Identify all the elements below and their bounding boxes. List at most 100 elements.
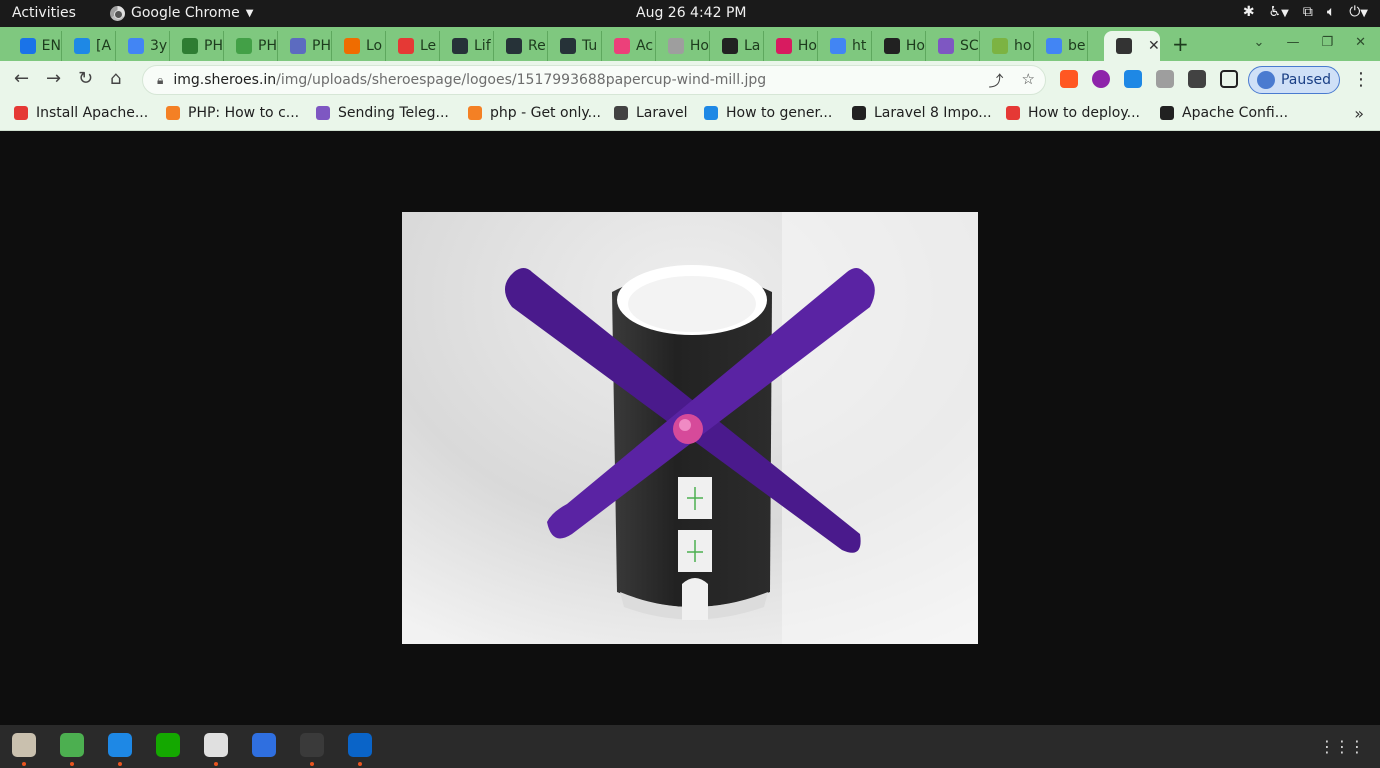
maximize-button[interactable]: ❐ (1321, 35, 1333, 50)
share-icon[interactable]: ⤴ (989, 70, 1004, 91)
bookmark-item[interactable]: How to gener... (704, 105, 832, 121)
browser-tab[interactable]: ho (980, 31, 1034, 61)
app-menu[interactable]: Google Chrome ▼ (110, 5, 253, 21)
tab-label: [A (96, 38, 112, 54)
extension-icon[interactable] (1156, 70, 1174, 88)
bookmark-label: Laravel 8 Impo... (874, 105, 992, 121)
forward-button[interactable]: → (46, 68, 61, 89)
tab-label: PH (204, 38, 223, 54)
browser-tab[interactable]: Tu (548, 31, 602, 61)
browser-toolbar: ← → ↻ ⌂ 🔒︎ img.sheroes.in/img/uploads/sh… (0, 61, 1380, 99)
bookmark-item[interactable]: Apache Confi... (1160, 105, 1288, 121)
network-icon[interactable]: ⧉ (1303, 4, 1313, 20)
tab-favicon-icon (1116, 38, 1132, 54)
tab-favicon-icon (398, 38, 414, 54)
running-indicator (358, 762, 362, 766)
profile-button[interactable]: Paused (1248, 66, 1340, 94)
tab-favicon-icon (236, 38, 252, 54)
tab-favicon-icon (20, 38, 36, 54)
slack-tray-icon[interactable]: ✱ (1243, 4, 1255, 20)
browser-tab[interactable]: Ho (872, 31, 926, 61)
menu-icon[interactable]: ⋮ (1352, 69, 1370, 90)
clock[interactable]: Aug 26 4:42 PM (636, 5, 746, 21)
browser-tab[interactable]: PH (278, 31, 332, 61)
accessibility-icon[interactable]: ♿▼ (1269, 4, 1289, 20)
terminal-icon[interactable] (300, 733, 324, 757)
tab-favicon-icon (722, 38, 738, 54)
extension-icon[interactable] (1124, 70, 1142, 88)
browser-tab[interactable]: PH (224, 31, 278, 61)
tab-favicon-icon (506, 38, 522, 54)
bookmark-item[interactable]: PHP: How to c... (166, 105, 299, 121)
browser-tab[interactable]: Ho (764, 31, 818, 61)
browser-tab[interactable]: ✕ (1104, 31, 1160, 61)
tab-label: Lif (474, 38, 491, 54)
tab-label: be (1068, 38, 1086, 54)
address-bar[interactable]: 🔒︎ img.sheroes.in/img/uploads/sheroespag… (142, 65, 1046, 95)
browser-tab[interactable]: SC (926, 31, 980, 61)
browser-tab[interactable]: Ac (602, 31, 656, 61)
show-apps-icon[interactable]: ⋮⋮⋮ (1319, 737, 1365, 756)
bookmark-star-icon[interactable]: ☆ (1022, 70, 1035, 91)
extension-icon[interactable] (1060, 70, 1078, 88)
browser-tab[interactable]: Re (494, 31, 548, 61)
volume-icon[interactable]: 🔈︎ (1327, 4, 1335, 20)
browser-tab[interactable]: Le (386, 31, 440, 61)
close-tab-icon[interactable]: ✕ (1148, 38, 1160, 54)
bookmark-label: Install Apache... (36, 105, 149, 121)
back-button[interactable]: ← (14, 68, 29, 89)
running-indicator (70, 762, 74, 766)
bookmark-label: How to gener... (726, 105, 833, 121)
tab-label: Tu (582, 38, 598, 54)
outlook-icon[interactable] (348, 733, 372, 757)
side-panel-icon[interactable] (1220, 70, 1238, 88)
close-window-button[interactable]: ✕ (1355, 35, 1366, 50)
bookmark-item[interactable]: How to deploy... (1006, 105, 1140, 121)
browser-tab[interactable]: Lif (440, 31, 494, 61)
paper-cup-windmill-image[interactable] (402, 212, 978, 644)
anydesk-icon[interactable] (252, 733, 276, 757)
browser-tab[interactable]: Ho (656, 31, 710, 61)
chrome-icon[interactable] (60, 733, 84, 757)
system-top-bar: Activities Google Chrome ▼ Aug 26 4:42 P… (0, 0, 1380, 27)
home-button[interactable]: ⌂ (110, 68, 121, 89)
browser-tab[interactable]: La (710, 31, 764, 61)
tab-favicon-icon (290, 38, 306, 54)
browser-tab[interactable]: ht (818, 31, 872, 61)
bookmark-item[interactable]: Laravel 8 Impo... (852, 105, 992, 121)
browser-tab[interactable]: [A (62, 31, 116, 61)
bookmark-item[interactable]: Install Apache... (14, 105, 148, 121)
tab-label: La (744, 38, 761, 54)
activities-button[interactable]: Activities (12, 5, 76, 21)
bookmark-item[interactable]: Laravel (614, 105, 688, 121)
taskbar-dock: ⋮⋮⋮ (0, 725, 1380, 768)
reload-button[interactable]: ↻ (78, 68, 93, 89)
puzzle-icon[interactable] (1188, 70, 1206, 88)
upwork-icon[interactable] (156, 733, 180, 757)
tab-label: Ac (636, 38, 654, 54)
slack-icon[interactable] (204, 733, 228, 757)
bookmark-item[interactable]: Sending Teleg... (316, 105, 449, 121)
system-tray[interactable]: ✱ ♿▼ ⧉ 🔈︎ ⏻▼ (1243, 4, 1368, 20)
browser-tab[interactable]: 3y (116, 31, 170, 61)
bookmarks-overflow-icon[interactable]: » (1354, 104, 1364, 123)
tab-strip: EN [A 3y PH PH PH Lo Le Lif Re Tu Ac Ho La Ho ht Ho SC ho b… (0, 27, 1380, 61)
new-tab-button[interactable]: + (1172, 32, 1189, 56)
lock-icon[interactable]: 🔒︎ (157, 73, 163, 88)
bookmark-item[interactable]: php - Get only... (468, 105, 601, 121)
bookmark-label: php - Get only... (490, 105, 601, 121)
browser-tab[interactable]: EN (8, 31, 62, 61)
bookmark-label: How to deploy... (1028, 105, 1140, 121)
minimize-button[interactable]: — (1286, 35, 1299, 50)
browser-tab[interactable]: PH (170, 31, 224, 61)
extension-icon[interactable] (1092, 70, 1110, 88)
browser-tab[interactable]: Lo (332, 31, 386, 61)
power-icon[interactable]: ⏻▼ (1349, 4, 1368, 20)
vscode-icon[interactable] (108, 733, 132, 757)
tab-label: SC (960, 38, 979, 54)
avatar (1256, 71, 1275, 89)
tab-label: Le (420, 38, 437, 54)
browser-tab[interactable]: be (1034, 31, 1088, 61)
tab-search-icon[interactable]: ⌄ (1254, 35, 1265, 50)
files-icon[interactable] (12, 733, 36, 757)
